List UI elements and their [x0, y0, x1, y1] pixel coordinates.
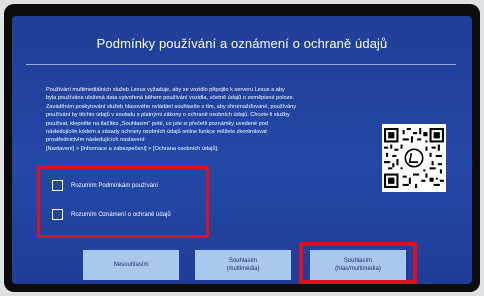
checkbox-box[interactable] [52, 209, 63, 220]
decline-button[interactable]: Nesouhlasím [83, 250, 179, 280]
checkbox-privacy-notice[interactable]: Rozumím Oznámení o ochraně údajů [52, 209, 171, 220]
consent-checkbox-group: Rozumím Podmínkám používání Rozumím Ozná… [37, 166, 209, 238]
accept-multimedia-button[interactable]: Souhlasím (multimédia) [195, 250, 291, 280]
checkbox-label: Rozumím Oznámení o ochraně údajů [71, 211, 171, 218]
qr-code-icon [384, 128, 444, 188]
terms-body-text: Používání multimediálních služeb Lexus v… [46, 87, 297, 152]
checkbox-terms-of-use[interactable]: Rozumím Podmínkám používání [52, 180, 158, 191]
accept-multimedia-label: Souhlasím [228, 258, 258, 264]
title-divider [26, 64, 456, 65]
accept-voice-sublabel: (hlas/multimédia) [335, 266, 381, 272]
checkbox-box[interactable] [52, 180, 63, 191]
accept-multimedia-sublabel: (multimédia) [226, 266, 260, 272]
decline-button-label: Nesouhlasím [113, 262, 149, 268]
accept-voice-label: Souhlasím [343, 258, 373, 264]
qr-code [382, 124, 446, 192]
accept-voice-multimedia-button[interactable]: Souhlasím (hlas/multimédia) [310, 250, 406, 280]
checkbox-label: Rozumím Podmínkám používání [71, 182, 159, 189]
dialog-title: Podmínky používání a oznámení o ochraně … [96, 36, 388, 51]
consent-screen: Podmínky používání a oznámení o ochraně … [12, 16, 472, 284]
